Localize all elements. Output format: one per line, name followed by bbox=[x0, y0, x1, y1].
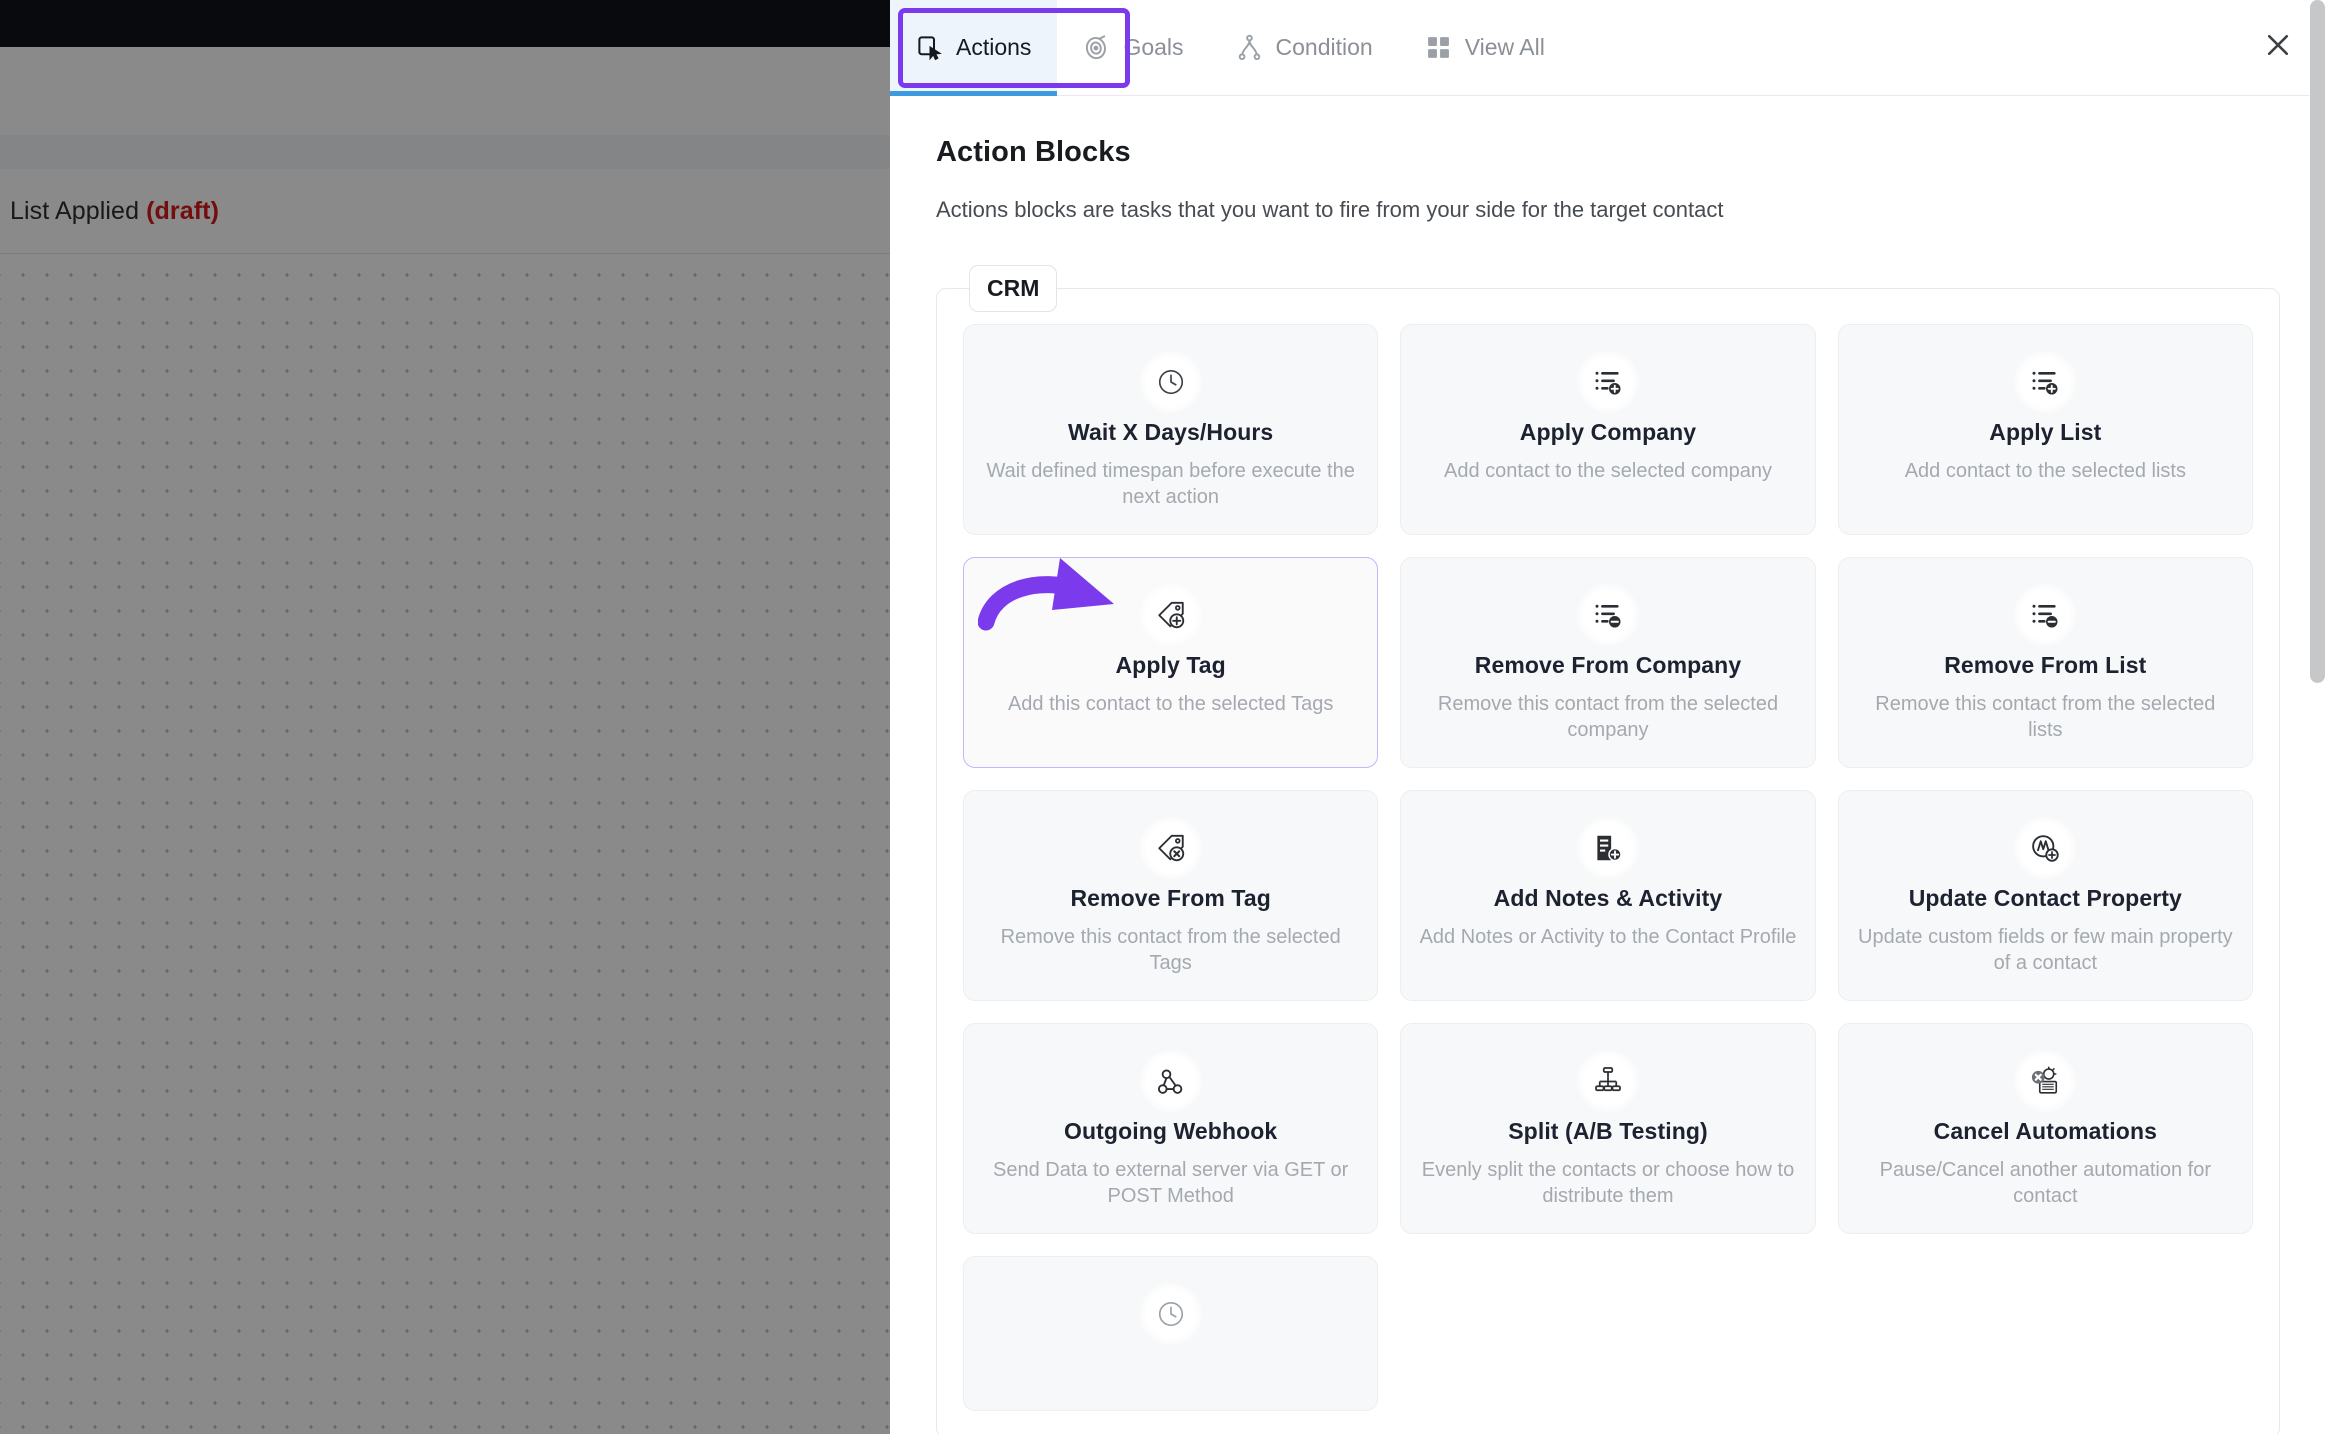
action-card-title: Remove From Tag bbox=[1070, 885, 1271, 911]
action-card-title: Apply Tag bbox=[1115, 652, 1226, 678]
panel-tabbar: Actions Goals Condition View All bbox=[890, 0, 2326, 96]
close-icon bbox=[2263, 30, 2293, 65]
action-card-title: Apply Company bbox=[1519, 419, 1697, 445]
tag-remove-icon bbox=[1139, 817, 1202, 879]
action-card-description: Remove this contact from the selected co… bbox=[1437, 693, 1779, 741]
action-card[interactable] bbox=[963, 1256, 1379, 1411]
action-card[interactable]: Outgoing Webhook Send Data to external se… bbox=[963, 1023, 1379, 1234]
action-card[interactable]: Remove From Company Remove this contact f… bbox=[1400, 557, 1816, 768]
split-icon bbox=[1576, 1050, 1639, 1112]
action-card-description: Remove this contact from the selected Ta… bbox=[1000, 926, 1341, 974]
webhook-icon bbox=[1139, 1050, 1202, 1112]
action-card-title: Wait X Days/Hours bbox=[1067, 419, 1274, 445]
group-crm-label: CRM bbox=[969, 265, 1058, 312]
action-card[interactable]: Remove From Tag Remove this contact from … bbox=[963, 790, 1379, 1001]
page-title: Action Blocks bbox=[936, 136, 1131, 168]
clock-icon bbox=[1139, 351, 1202, 413]
action-card[interactable]: Remove From List Remove this contact from… bbox=[1837, 557, 2253, 768]
action-card-description: Add Notes or Activity to the Contact Pro… bbox=[1419, 926, 1797, 948]
action-card-description: Pause/Cancel another automation for cont… bbox=[1879, 1159, 2211, 1207]
action-card[interactable]: Cancel Automations Pause/Cancel another a… bbox=[1837, 1023, 2253, 1234]
tab-actions[interactable]: Actions bbox=[890, 0, 1058, 96]
tag-plus-icon bbox=[1139, 584, 1202, 646]
grid-icon bbox=[1425, 34, 1452, 61]
action-card[interactable]: Apply Company Add contact to the selected… bbox=[1400, 324, 1816, 535]
tab-condition-label: Condition bbox=[1275, 34, 1373, 60]
tab-condition[interactable]: Condition bbox=[1210, 0, 1399, 96]
action-card[interactable]: Update Contact Property Update custom fie… bbox=[1837, 790, 2253, 1001]
action-card[interactable]: Split (A/B Testing) Evenly split the cont… bbox=[1400, 1023, 1816, 1234]
modal-scrim[interactable] bbox=[0, 0, 890, 1434]
pointer-arrow-annotation bbox=[977, 552, 1168, 644]
note-plus-icon bbox=[1576, 817, 1639, 879]
cursor-click-icon bbox=[916, 34, 943, 61]
tab-goals[interactable]: Goals bbox=[1057, 0, 1209, 96]
action-card[interactable]: Add Notes & Activity Add Notes or Activit… bbox=[1400, 790, 1816, 1001]
group-crm: CRM Wait X Days/Hours Wait defined timesp… bbox=[936, 265, 2280, 1434]
tab-view-all-label: View All bbox=[1464, 34, 1545, 60]
action-card-title: Cancel Automations bbox=[1933, 1118, 2157, 1144]
action-card-description: Update custom fields or few main propert… bbox=[1858, 926, 2233, 974]
action-blocks-panel: Actions Goals Condition View All Action … bbox=[890, 0, 2326, 1434]
list-minus-icon bbox=[1576, 584, 1639, 646]
action-card[interactable]: Wait X Days/Hours Wait defined timespan b… bbox=[963, 324, 1379, 535]
action-card-title: Apply List bbox=[1989, 419, 2102, 445]
panel-body: Action Blocks Actions blocks are tasks t… bbox=[890, 96, 2326, 1434]
action-card-description: Evenly split the contacts or choose how … bbox=[1421, 1159, 1795, 1207]
action-card-title: Remove From List bbox=[1944, 652, 2147, 678]
action-card-grid: Wait X Days/Hours Wait defined timespan b… bbox=[963, 324, 2253, 1411]
list-plus-icon bbox=[1576, 351, 1639, 413]
partial-icon bbox=[1139, 1283, 1202, 1345]
list-plus-icon bbox=[2014, 351, 2077, 413]
tab-view-all[interactable]: View All bbox=[1399, 0, 1571, 96]
panel-scrollbar-thumb[interactable] bbox=[2310, 0, 2325, 683]
action-card-description: Add contact to the selected lists bbox=[1904, 460, 2186, 482]
action-card-title: Outgoing Webhook bbox=[1064, 1118, 1278, 1144]
action-card-description: Remove this contact from the selected li… bbox=[1875, 693, 2216, 741]
action-card-description: Add contact to the selected company bbox=[1444, 460, 1772, 482]
action-card-title: Update Contact Property bbox=[1908, 885, 2182, 911]
close-button[interactable] bbox=[2258, 28, 2298, 68]
action-card-title: Add Notes & Activity bbox=[1493, 885, 1723, 911]
panel-scrollbar[interactable] bbox=[2309, 0, 2326, 1434]
list-minus-icon bbox=[2014, 584, 2077, 646]
action-card[interactable]: Apply List Add contact to the selected li… bbox=[1837, 324, 2253, 535]
action-card-description: Add this contact to the selected Tags bbox=[1007, 693, 1334, 715]
action-card-description: Send Data to external server via GET or … bbox=[992, 1159, 1349, 1207]
cancel-automation-icon bbox=[2014, 1050, 2077, 1112]
action-card[interactable]: Apply Tag Add this contact to the selecte… bbox=[963, 557, 1379, 768]
action-card-title: Remove From Company bbox=[1474, 652, 1742, 678]
target-icon bbox=[1083, 34, 1110, 61]
tab-actions-label: Actions bbox=[956, 34, 1032, 60]
branch-icon bbox=[1236, 34, 1263, 61]
action-card-description: Wait defined timespan before execute the… bbox=[986, 460, 1355, 508]
tab-goals-label: Goals bbox=[1123, 34, 1184, 60]
user-edit-icon bbox=[2014, 817, 2077, 879]
page-subtitle: Actions blocks are tasks that you want t… bbox=[936, 197, 1724, 222]
action-card-title: Split (A/B Testing) bbox=[1508, 1118, 1708, 1144]
